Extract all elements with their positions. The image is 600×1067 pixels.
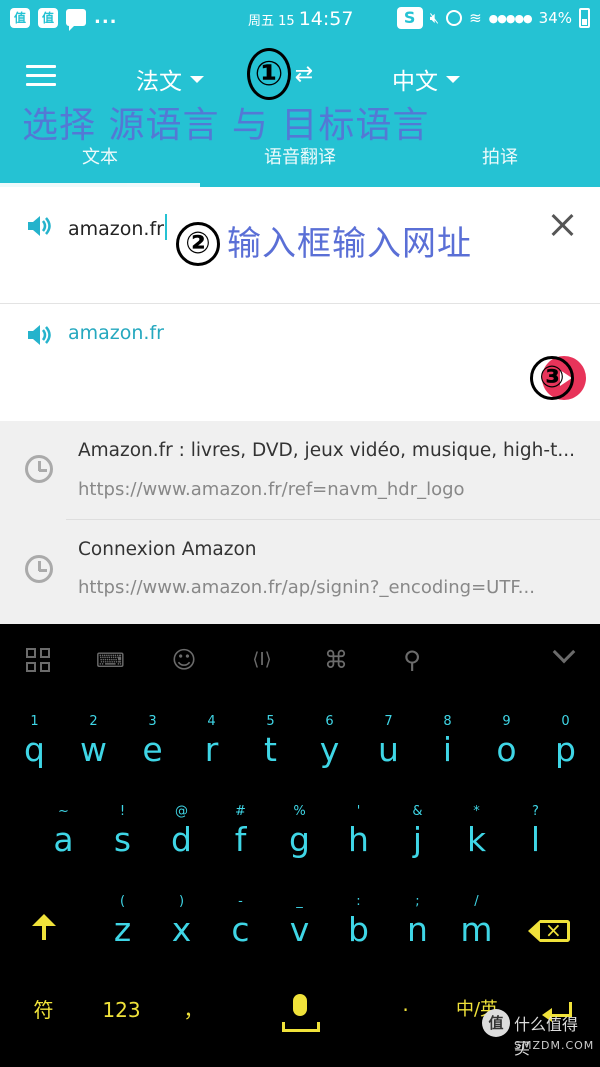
status-date: 周五 15: [248, 14, 295, 29]
key-u[interactable]: 7u: [359, 714, 418, 770]
source-language-select[interactable]: 法文: [136, 62, 204, 96]
period-key[interactable]: ·: [376, 990, 435, 1030]
key-a[interactable]: ~ a: [34, 804, 93, 860]
tab-text[interactable]: 文本: [0, 135, 200, 187]
key-z[interactable]: (z: [93, 894, 152, 950]
key-n[interactable]: ; n: [388, 894, 447, 950]
target-language-label: 中文: [392, 69, 438, 95]
target-language-select[interactable]: 中文: [392, 62, 460, 96]
dropdown-caret-icon: [446, 75, 460, 83]
app-header: 值 值 ... 周五 15 14:57 S 🔇︎ ≋ ●●●●● 34% 法文 …: [0, 0, 600, 187]
cursor-move-icon[interactable]: ⟨I⟩: [244, 646, 280, 674]
battery-level: 34%: [538, 9, 572, 27]
tab-photo-translate[interactable]: 拍译: [400, 135, 600, 187]
mode-tabs: 文本 语音翻译 拍译: [0, 135, 600, 187]
history-title: Amazon.fr : livres, DVD, jeux vidéo, mus…: [78, 440, 575, 461]
watermark-domain: SMZDM.COM: [514, 1039, 595, 1052]
key-i[interactable]: 8i: [418, 714, 477, 770]
history-title: Connexion Amazon: [78, 539, 257, 560]
comma-key[interactable]: ，: [164, 990, 223, 1030]
key-x[interactable]: ) x: [152, 894, 211, 950]
watermark: 值 什么值得买 SMZDM.COM: [482, 1007, 595, 1058]
watermark-logo-icon: 值: [482, 1009, 510, 1037]
mute-icon: 🔇︎: [429, 9, 440, 27]
key-j[interactable]: & j: [388, 804, 447, 860]
translation-result-link[interactable]: amazon.fr: [68, 322, 164, 344]
wifi-icon: ≋: [469, 9, 482, 27]
speaker-icon[interactable]: [26, 214, 52, 238]
numbers-key[interactable]: 123: [92, 990, 151, 1030]
key-o[interactable]: 9o: [477, 714, 536, 770]
annotation-marker-3: ③: [530, 356, 574, 400]
clear-input-icon[interactable]: [548, 211, 576, 239]
key-w[interactable]: 2w: [64, 714, 123, 770]
key-l[interactable]: ? l: [506, 804, 565, 860]
tab-voice-translate[interactable]: 语音翻译: [200, 135, 400, 187]
backspace-icon[interactable]: [528, 918, 570, 942]
microphone-icon[interactable]: [278, 992, 324, 1036]
key-t[interactable]: 5t: [241, 714, 300, 770]
text-cursor: [164, 214, 167, 240]
history-url: https://www.amazon.fr/ap/signin?_encodin…: [78, 577, 535, 598]
dropdown-caret-icon: [190, 75, 204, 83]
battery-icon: [579, 8, 590, 28]
key-y[interactable]: 6y: [300, 714, 359, 770]
annotation-marker-2: ②: [176, 222, 220, 266]
notification-badge-icon: 值: [38, 7, 58, 28]
key-d[interactable]: @ d: [152, 804, 211, 860]
shift-key-icon[interactable]: [28, 914, 60, 946]
history-url: https://www.amazon.fr/ref=navm_hdr_logo: [78, 479, 465, 500]
menu-hamburger-icon[interactable]: [26, 65, 56, 87]
key-h[interactable]: ' h: [329, 804, 388, 860]
alarm-icon: [446, 10, 463, 26]
soft-keyboard: ⌨ ☺ ⟨I⟩ ⌘ ⚲ 1q 2w 3e 4r 5t 6y 7u 8i 9o 0…: [0, 624, 600, 1067]
key-m[interactable]: / m: [447, 894, 506, 950]
speaker-icon[interactable]: [26, 323, 52, 347]
keyboard-toolbar: ⌨ ☺ ⟨I⟩ ⌘ ⚲: [0, 624, 600, 696]
emoji-icon[interactable]: ☺: [170, 646, 198, 674]
more-notifications: ...: [94, 7, 118, 28]
signal-icon: ●●●●●: [488, 11, 533, 25]
chat-notification-icon: [66, 9, 86, 31]
key-f[interactable]: # f: [211, 804, 270, 860]
app-status-icon: S: [396, 7, 423, 29]
key-g[interactable]: % g: [270, 804, 329, 860]
source-language-label: 法文: [136, 69, 182, 95]
history-item[interactable]: Amazon.fr : livres, DVD, jeux vidéo, mus…: [0, 421, 600, 521]
key-p[interactable]: 0p: [536, 714, 595, 770]
history-list: Amazon.fr : livres, DVD, jeux vidéo, mus…: [0, 421, 600, 624]
key-s[interactable]: ! s: [93, 804, 152, 860]
annotation-text-2: 输入框输入网址: [227, 224, 472, 264]
status-time: 14:57: [298, 8, 354, 30]
clipboard-link-icon[interactable]: ⌘: [322, 646, 350, 674]
status-bar: 值 值 ... 周五 15 14:57 S 🔇︎ ≋ ●●●●● 34%: [0, 0, 600, 38]
key-k[interactable]: * k: [447, 804, 506, 860]
annotation-marker-1: ①: [247, 48, 291, 100]
key-v[interactable]: _ v: [270, 894, 329, 950]
divider: [66, 519, 600, 520]
key-c[interactable]: -c: [211, 894, 270, 950]
source-text-input[interactable]: amazon.fr: [68, 214, 167, 240]
search-icon[interactable]: ⚲: [398, 646, 426, 674]
history-clock-icon: [25, 555, 53, 583]
key-e[interactable]: 3e: [123, 714, 182, 770]
notification-badge-icon: 值: [10, 7, 30, 28]
apps-grid-icon[interactable]: [24, 646, 52, 674]
key-r[interactable]: 4r: [182, 714, 241, 770]
swap-languages-icon[interactable]: ⇄: [290, 62, 318, 88]
keyboard-layout-icon[interactable]: ⌨: [96, 646, 125, 674]
chevron-down-icon[interactable]: [552, 640, 576, 664]
result-panel: amazon.fr: [0, 304, 600, 421]
history-item[interactable]: Connexion Amazon https://www.amazon.fr/a…: [0, 521, 600, 621]
key-q[interactable]: 1q: [5, 714, 64, 770]
history-clock-icon: [25, 455, 53, 483]
key-b[interactable]: :b: [329, 894, 388, 950]
symbols-key[interactable]: 符: [14, 990, 73, 1030]
